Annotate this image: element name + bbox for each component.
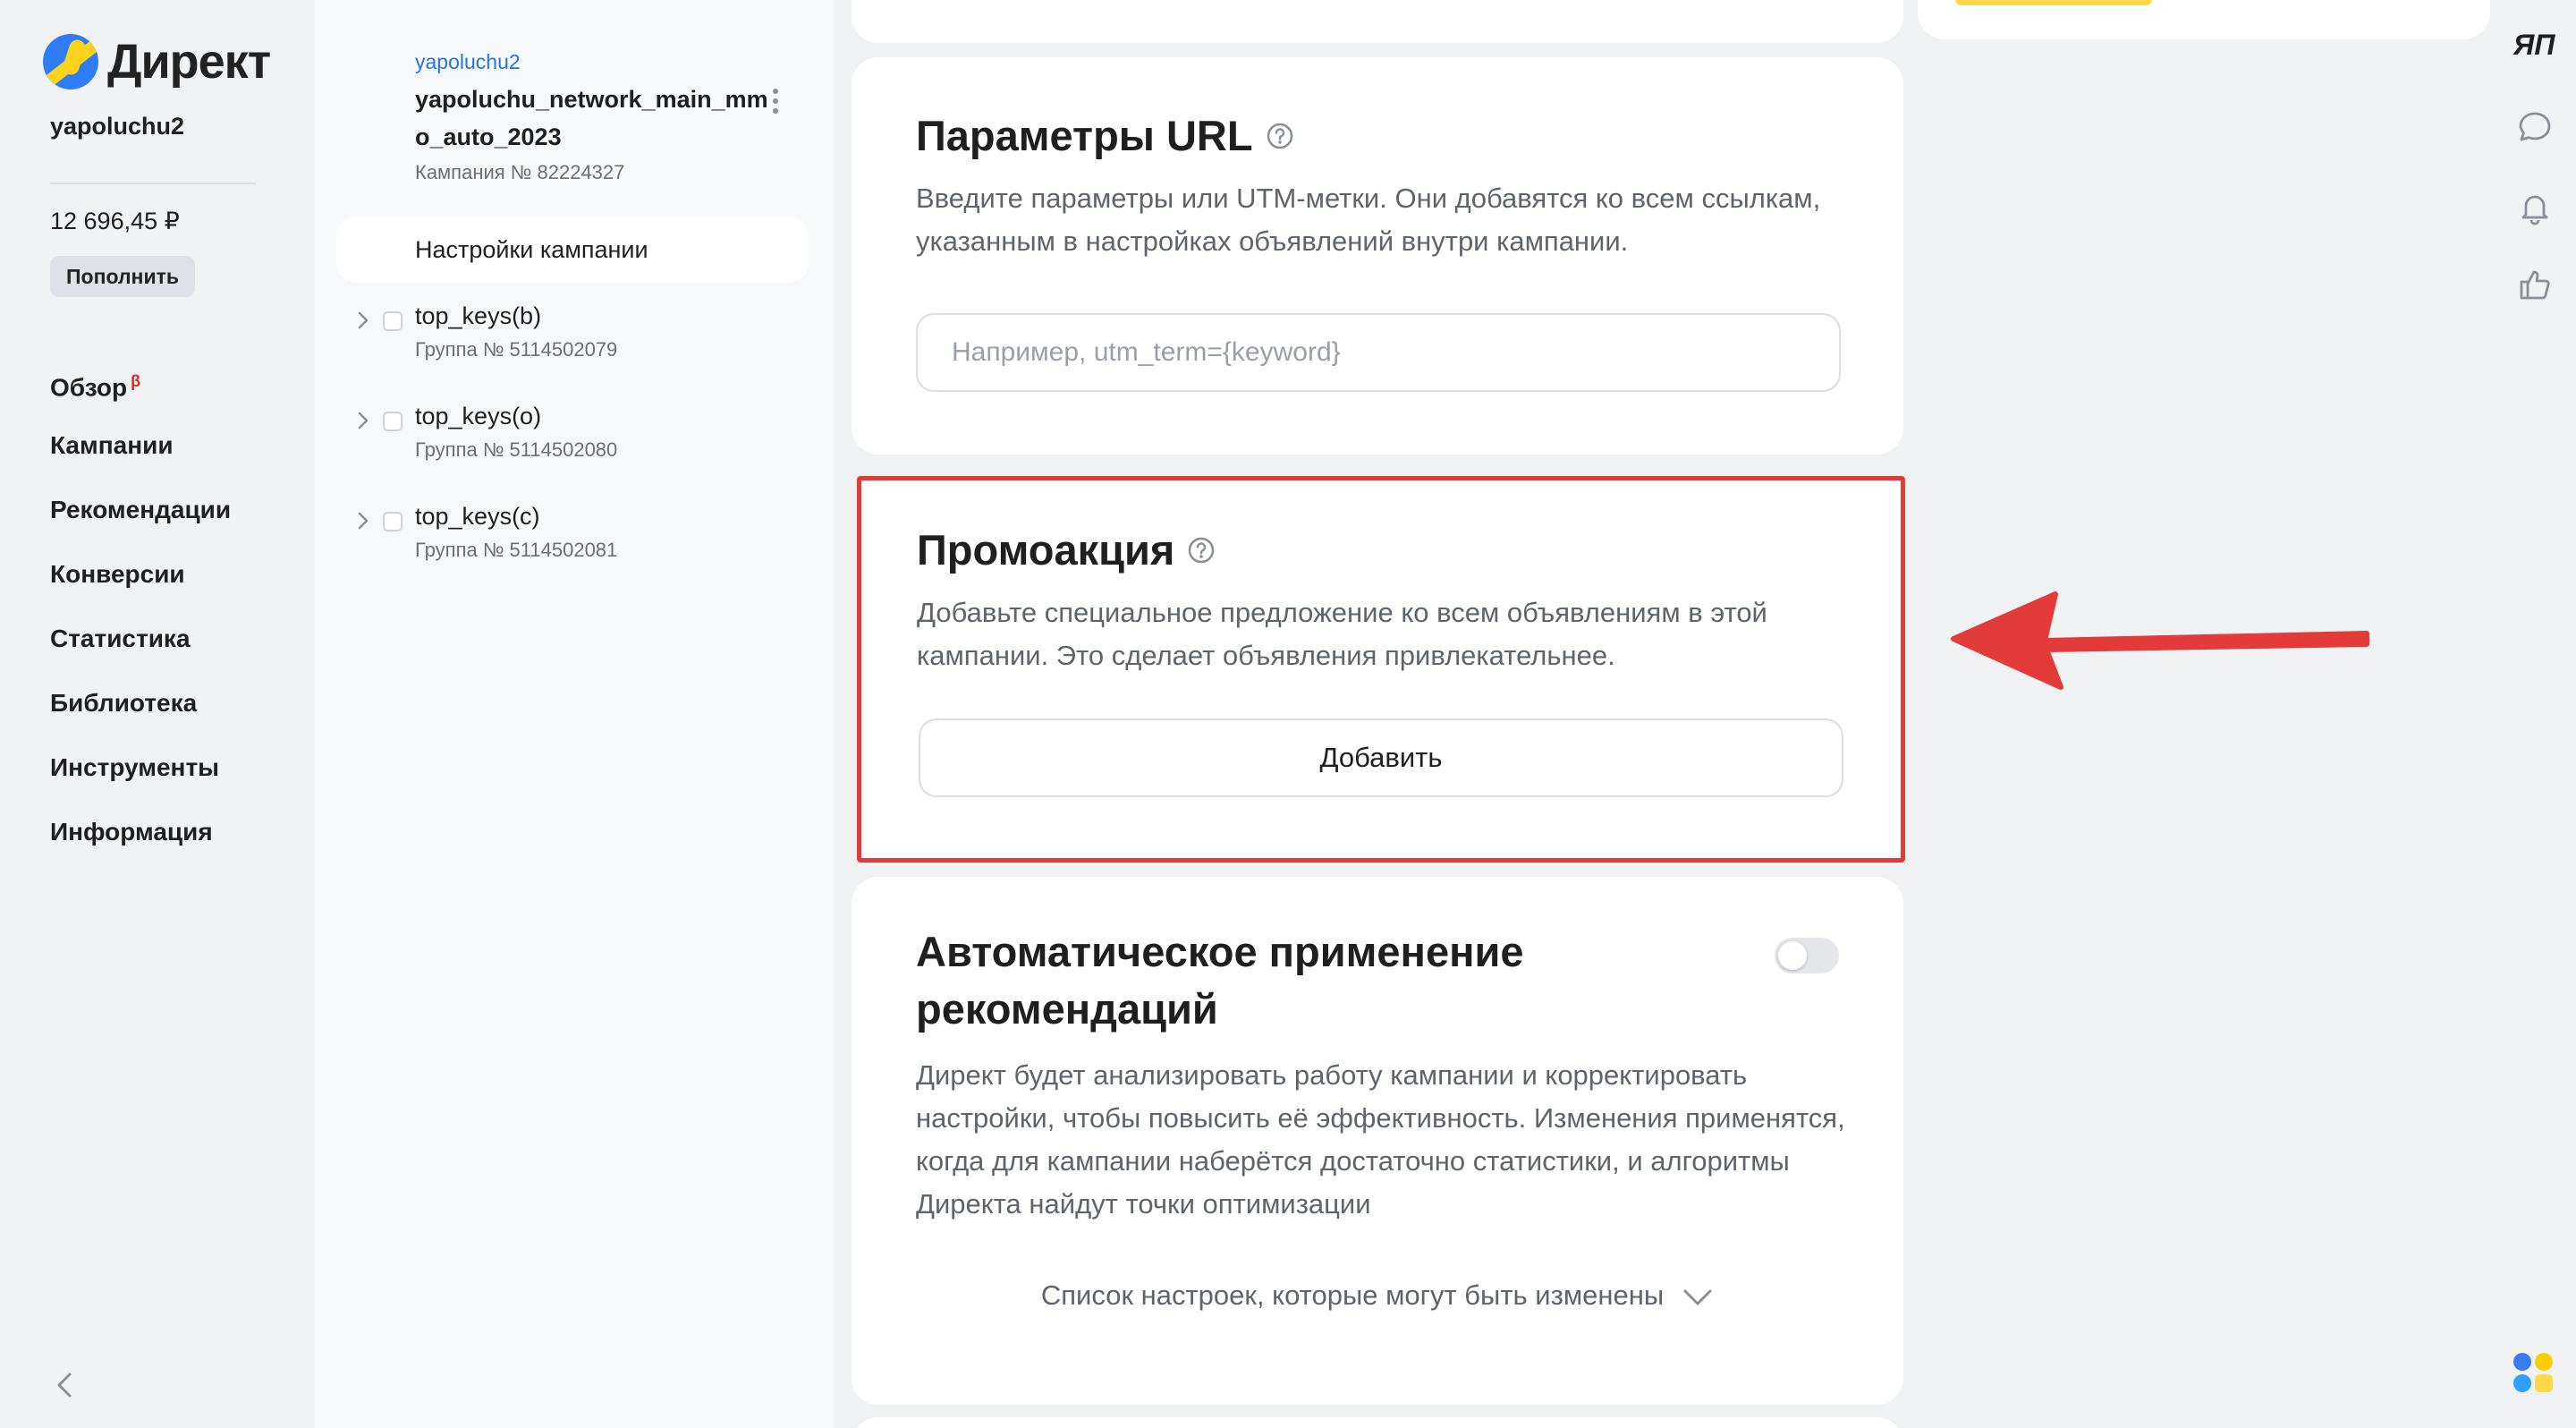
changeable-settings-expander[interactable]: Список настроек, которые могут быть изме…	[852, 1279, 1903, 1312]
topup-button[interactable]: Пополнить	[50, 256, 195, 297]
help-circle-icon[interactable]	[1266, 122, 1294, 150]
changeable-settings-label: Список настроек, которые могут быть изме…	[1040, 1279, 1665, 1311]
main-menu: Обзор β Кампании Рекомендации Конверсии С…	[50, 361, 231, 877]
red-arrow-annotation	[1951, 591, 2369, 690]
group-number: Группа № 5114502081	[415, 539, 618, 561]
more-vertical-icon[interactable]	[771, 86, 780, 116]
group-number: Группа № 5114502079	[415, 338, 618, 361]
left-navigation: Директ yapoluchu2 12 696,45 ₽ Пополнить …	[0, 0, 315, 1428]
url-params-card: Параметры URL Введите параметры или UTM-…	[852, 57, 1903, 455]
nav-item-statistics[interactable]: Статистика	[50, 619, 231, 684]
beta-badge: β	[131, 372, 141, 390]
direct-logo-icon	[43, 34, 98, 89]
nav-divider	[50, 183, 256, 184]
promo-card: Промоакция Добавьте специальное предложе…	[857, 476, 1905, 863]
collapse-sidebar-icon[interactable]	[52, 1369, 77, 1401]
nav-item-information[interactable]: Информация	[50, 812, 231, 877]
nav-item-label: Обзор	[50, 373, 128, 402]
group-name: top_keys(o)	[415, 403, 542, 429]
group-name: top_keys(c)	[415, 503, 540, 530]
group-name: top_keys(b)	[415, 302, 542, 329]
auto-recommendations-description: Директ будет анализировать работу кампан…	[916, 1059, 1845, 1220]
yandex-services-icon[interactable]	[2510, 1349, 2556, 1396]
auto-recommendations-title: Автоматическое применение рекомендаций	[916, 928, 1524, 1033]
group-checkbox[interactable]	[383, 412, 402, 431]
add-promo-button[interactable]: Добавить	[919, 718, 1843, 797]
nav-item-tools[interactable]: Инструменты	[50, 748, 231, 812]
nav-item-campaigns[interactable]: Кампании	[50, 426, 231, 490]
auto-recommendations-card: Автоматическое применение рекомендаций Д…	[852, 877, 1903, 1405]
campaign-login-link[interactable]: yapoluchu2	[415, 50, 521, 74]
campaign-number: Кампания № 82224327	[415, 161, 625, 183]
nav-item-overview[interactable]: Обзор β	[50, 361, 231, 426]
side-card-highlight	[1955, 0, 2152, 5]
previous-settings-card	[852, 0, 1903, 43]
nav-item-library[interactable]: Библиотека	[50, 684, 231, 748]
group-number: Группа № 5114502080	[415, 438, 618, 461]
chevron-right-icon[interactable]	[354, 310, 372, 331]
chevron-right-icon[interactable]	[354, 410, 372, 431]
bell-icon[interactable]	[2517, 190, 2553, 225]
promo-title: Промоакция	[917, 522, 1216, 579]
campaign-name: yapoluchu_network_main_mmo_auto_2023	[415, 86, 768, 150]
auto-recommendations-toggle[interactable]	[1775, 938, 1839, 973]
campaign-tree-panel: yapoluchu2 yapoluchu_network_main_mmo_au…	[315, 0, 834, 1428]
group-checkbox[interactable]	[383, 512, 402, 531]
nav-item-recommendations[interactable]: Рекомендации	[50, 490, 231, 555]
side-info-card	[1918, 0, 2490, 39]
logo-text: Директ	[107, 35, 271, 89]
nav-item-conversions[interactable]: Конверсии	[50, 555, 231, 619]
ad-group-item[interactable]: top_keys(b) Группа № 5114502079	[354, 302, 801, 383]
ya-user-badge[interactable]: ЯП	[2513, 29, 2555, 62]
account-balance: 12 696,45 ₽	[50, 208, 180, 234]
direct-logo[interactable]: Директ	[43, 34, 271, 89]
help-circle-icon[interactable]	[1187, 536, 1216, 565]
next-settings-card	[852, 1417, 1903, 1428]
ad-group-item[interactable]: top_keys(c) Группа № 5114502081	[354, 503, 801, 583]
ad-group-item[interactable]: top_keys(o) Группа № 5114502080	[354, 403, 801, 483]
thumbs-up-icon[interactable]	[2517, 267, 2553, 302]
url-params-input[interactable]	[916, 313, 1841, 392]
chevron-right-icon[interactable]	[354, 510, 372, 531]
promo-title-text: Промоакция	[917, 526, 1175, 574]
url-params-title: Параметры URL	[916, 107, 1294, 165]
account-login[interactable]: yapoluchu2	[50, 113, 184, 140]
url-params-description: Введите параметры или UTM-метки. Они доб…	[916, 183, 1821, 257]
chat-icon[interactable]	[2517, 109, 2553, 145]
chevron-down-icon	[1683, 1289, 1712, 1305]
campaign-settings-item[interactable]: Настройки кампании	[336, 217, 809, 283]
url-params-title-text: Параметры URL	[916, 112, 1253, 159]
group-checkbox[interactable]	[383, 311, 402, 331]
promo-description: Добавьте специальное предложение ко всем…	[917, 597, 1767, 671]
